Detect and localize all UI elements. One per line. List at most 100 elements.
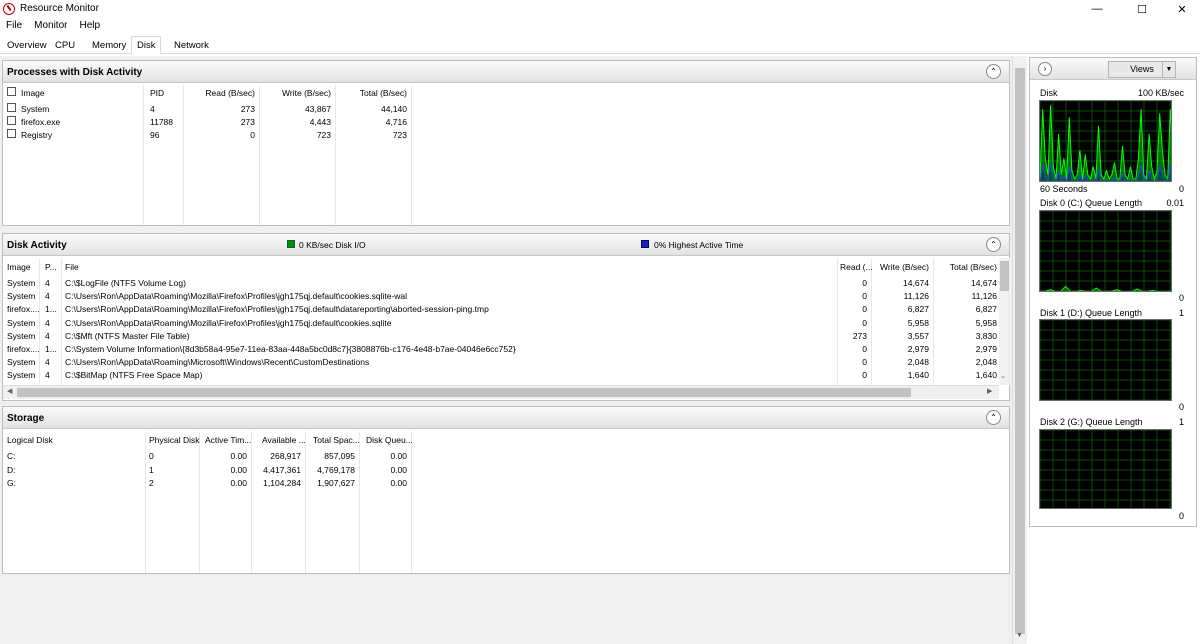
disk1-graph-max: 1 — [1178, 308, 1184, 318]
menu-help[interactable]: Help — [73, 18, 106, 34]
cell-total: 723 — [392, 130, 407, 140]
disk0-queue-trace — [1040, 285, 1171, 291]
scroll-right-icon[interactable]: ▶ — [987, 387, 992, 395]
col-image[interactable]: Image — [21, 88, 45, 98]
cell-file: C:\Users\Ron\AppData\Roaming\Microsoft\W… — [65, 357, 370, 368]
main-scroll-down-icon[interactable]: ▼ — [1016, 632, 1023, 639]
menu-file[interactable]: File — [0, 18, 28, 34]
disk-activity-hscroll[interactable]: ◀ ▶ — [3, 385, 999, 399]
tab-disk[interactable]: Disk — [131, 36, 162, 54]
cell-read: 273 — [240, 104, 255, 114]
cell-file: C:\$BitMap (NTFS Free Space Map) — [65, 370, 203, 381]
cell-image: System — [7, 278, 36, 288]
cell-pid: 1... — [45, 344, 57, 354]
col-read[interactable]: Read (... — [840, 262, 873, 272]
menu-bar: File Monitor Help — [0, 18, 1200, 34]
scroll-down-icon[interactable]: ⌄ — [1000, 372, 1006, 380]
cell-write: 1,640 — [907, 370, 929, 381]
tab-bar: Overview CPU Memory Disk Network — [0, 36, 1200, 54]
disk-activity-header[interactable]: Disk Activity 0 KB/sec Disk I/O 0% Highe… — [3, 234, 1009, 256]
col-read[interactable]: Read (B/sec) — [187, 88, 255, 98]
cell-active-time: 0.00 — [230, 478, 247, 488]
hscroll-thumb[interactable] — [17, 388, 911, 397]
views-dropdown-icon[interactable]: ▼ — [1162, 61, 1176, 78]
main-vscroll-thumb[interactable] — [1015, 68, 1025, 634]
cell-pid: 4 — [45, 357, 50, 368]
disk-activity-title: Disk Activity — [7, 240, 67, 251]
col-logical-disk[interactable]: Logical Disk — [7, 435, 53, 445]
disk-graph — [1039, 100, 1172, 182]
window-title: Resource Monitor — [20, 3, 99, 14]
disk-io-trace — [1040, 105, 1171, 181]
vscroll-thumb[interactable] — [1000, 261, 1009, 291]
cell-read: 0 — [862, 344, 867, 354]
col-write[interactable]: Write (B/sec) — [873, 262, 929, 272]
cell-image: firefox.... — [7, 304, 40, 315]
col-active-time[interactable]: Active Tim... — [205, 435, 251, 445]
disk2-graph — [1039, 429, 1172, 509]
row-checkbox[interactable] — [7, 116, 16, 125]
cell-logical-disk: D: — [7, 464, 16, 475]
cell-disk-queue: 0.00 — [390, 478, 407, 488]
col-total-space[interactable]: Total Spac... — [313, 435, 360, 445]
chevron-right-icon[interactable]: › — [1038, 62, 1052, 76]
col-disk-queue[interactable]: Disk Queu... — [366, 435, 413, 445]
menu-monitor[interactable]: Monitor — [28, 18, 73, 34]
col-total[interactable]: Total (B/sec) — [935, 262, 997, 272]
collapse-disk-activity-icon[interactable]: ⌃ — [986, 237, 1001, 252]
col-pid[interactable]: P... — [45, 262, 57, 272]
row-checkbox[interactable] — [7, 103, 16, 112]
cell-write: 11,126 — [903, 291, 929, 302]
disk1-graph-min: 0 — [1178, 402, 1184, 412]
cell-image: System — [7, 317, 36, 328]
tab-cpu[interactable]: CPU — [50, 37, 80, 54]
disk0-graph-max: 0.01 — [1166, 198, 1184, 208]
select-all-checkbox[interactable] — [7, 87, 16, 96]
cell-total: 14,674 — [971, 278, 997, 288]
storage-header[interactable]: Storage ⌃ — [3, 407, 1009, 429]
collapse-storage-icon[interactable]: ⌃ — [986, 410, 1001, 425]
minimize-button[interactable]: — — [1077, 0, 1117, 18]
cell-pid: 96 — [150, 130, 160, 140]
collapse-processes-icon[interactable]: ⌃ — [986, 64, 1001, 79]
tab-memory[interactable]: Memory — [87, 37, 131, 54]
processes-section: Processes with Disk Activity ⌃ Image PID… — [2, 60, 1010, 226]
disk-activity-vscroll[interactable]: ⌄ — [999, 258, 1010, 385]
main-vscroll[interactable]: ▼ — [1012, 56, 1026, 644]
close-button[interactable]: ✕ — [1162, 0, 1200, 18]
cell-available: 1,104,284 — [263, 478, 301, 488]
disk-graph-min: 0 — [1178, 184, 1184, 194]
col-total[interactable]: Total (B/sec) — [339, 88, 407, 98]
col-image[interactable]: Image — [7, 262, 31, 272]
cell-write: 4,443 — [309, 117, 331, 127]
cell-image: System — [21, 104, 50, 114]
cell-image: System — [7, 291, 36, 302]
disk-graph-footer: 60 Seconds — [1040, 184, 1088, 194]
cell-active-time: 0.00 — [230, 451, 247, 461]
cell-pid: 4 — [45, 330, 50, 341]
col-file[interactable]: File — [65, 262, 79, 272]
cell-file: C:\$LogFile (NTFS Volume Log) — [65, 278, 186, 288]
disk0-graph-min: 0 — [1178, 293, 1184, 303]
maximize-button[interactable]: ☐ — [1122, 0, 1162, 18]
col-pid[interactable]: PID — [150, 88, 164, 98]
col-physical-disk[interactable]: Physical Disk — [149, 435, 200, 445]
row-checkbox[interactable] — [7, 129, 16, 138]
cell-image: System — [7, 370, 36, 381]
col-write[interactable]: Write (B/sec) — [263, 88, 331, 98]
disk2-graph-max: 1 — [1178, 417, 1184, 427]
cell-pid: 4 — [45, 317, 50, 328]
disk-io-legend: 0 KB/sec Disk I/O — [299, 240, 366, 250]
cell-total: 3,830 — [975, 330, 997, 341]
tab-network[interactable]: Network — [169, 37, 214, 54]
cell-total: 11,126 — [971, 291, 997, 302]
disk2-graph-min: 0 — [1178, 511, 1184, 521]
processes-header[interactable]: Processes with Disk Activity ⌃ — [3, 61, 1009, 83]
scroll-left-icon[interactable]: ◀ — [7, 387, 12, 395]
cell-read: 0 — [862, 370, 867, 381]
cell-total-space: 857,095 — [324, 451, 355, 461]
cell-write: 6,827 — [907, 304, 929, 315]
tab-overview[interactable]: Overview — [2, 37, 52, 54]
processes-table: Image PID Read (B/sec) Write (B/sec) Tot… — [3, 85, 1009, 225]
col-available[interactable]: Available ... — [262, 435, 306, 445]
